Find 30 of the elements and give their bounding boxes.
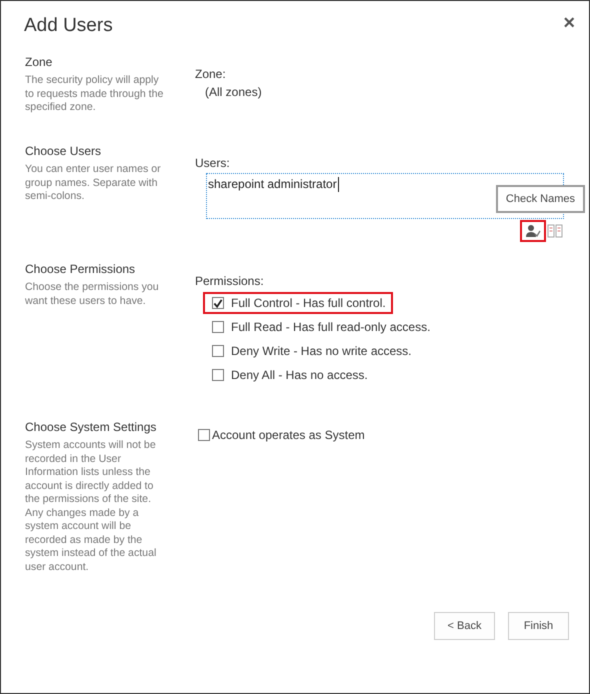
field-label: Permissions: [195,274,265,288]
dialog-title: Add Users [24,15,113,37]
close-button[interactable]: × [559,13,579,33]
permission-option[interactable]: Full Control - Has full control. [203,292,393,314]
section-description: Choose the permissions you want these users to have. [25,281,160,308]
checkbox[interactable] [198,429,210,441]
user-check-icon [525,224,541,238]
permission-option[interactable]: Deny Write - Has no write access. [203,340,418,362]
section-heading: Zone [25,55,54,69]
section-heading: Choose Users [25,144,102,158]
section-heading: Choose System Settings [25,420,158,434]
dialog-button[interactable]: < Back [434,612,495,640]
permission-option[interactable]: Full Read - Has full read-only access. [203,316,438,338]
section-description: System accounts will not be recorded in the User Information lists unless the account is directly added to the permissions of the site. Any changes made by a system account will be recorded as made by the system instead of the actual user account. [25,439,158,574]
permission-option[interactable]: Deny All - Has no access. [203,364,375,386]
checkbox[interactable] [212,369,224,381]
tooltip: Check Names [496,185,585,213]
address-book-icon[interactable] [547,224,563,238]
checkbox[interactable] [212,321,224,333]
section-description: You can enter user names or group names. Separate with semi-colons. [25,163,162,204]
checkbox[interactable] [212,345,224,357]
field-label: Users: [195,156,231,170]
checkbox[interactable] [212,297,224,309]
checkbox-label: Account operates as System [212,428,365,442]
zone-value: (All zones) [205,85,262,99]
field-label: Zone: [195,67,227,81]
check-names-button[interactable] [520,220,546,242]
section-description: The security policy will apply to requests made through the specified zone. [25,74,164,114]
dialog-button[interactable]: Finish [508,612,569,640]
section-heading: Choose Permissions [25,262,136,276]
